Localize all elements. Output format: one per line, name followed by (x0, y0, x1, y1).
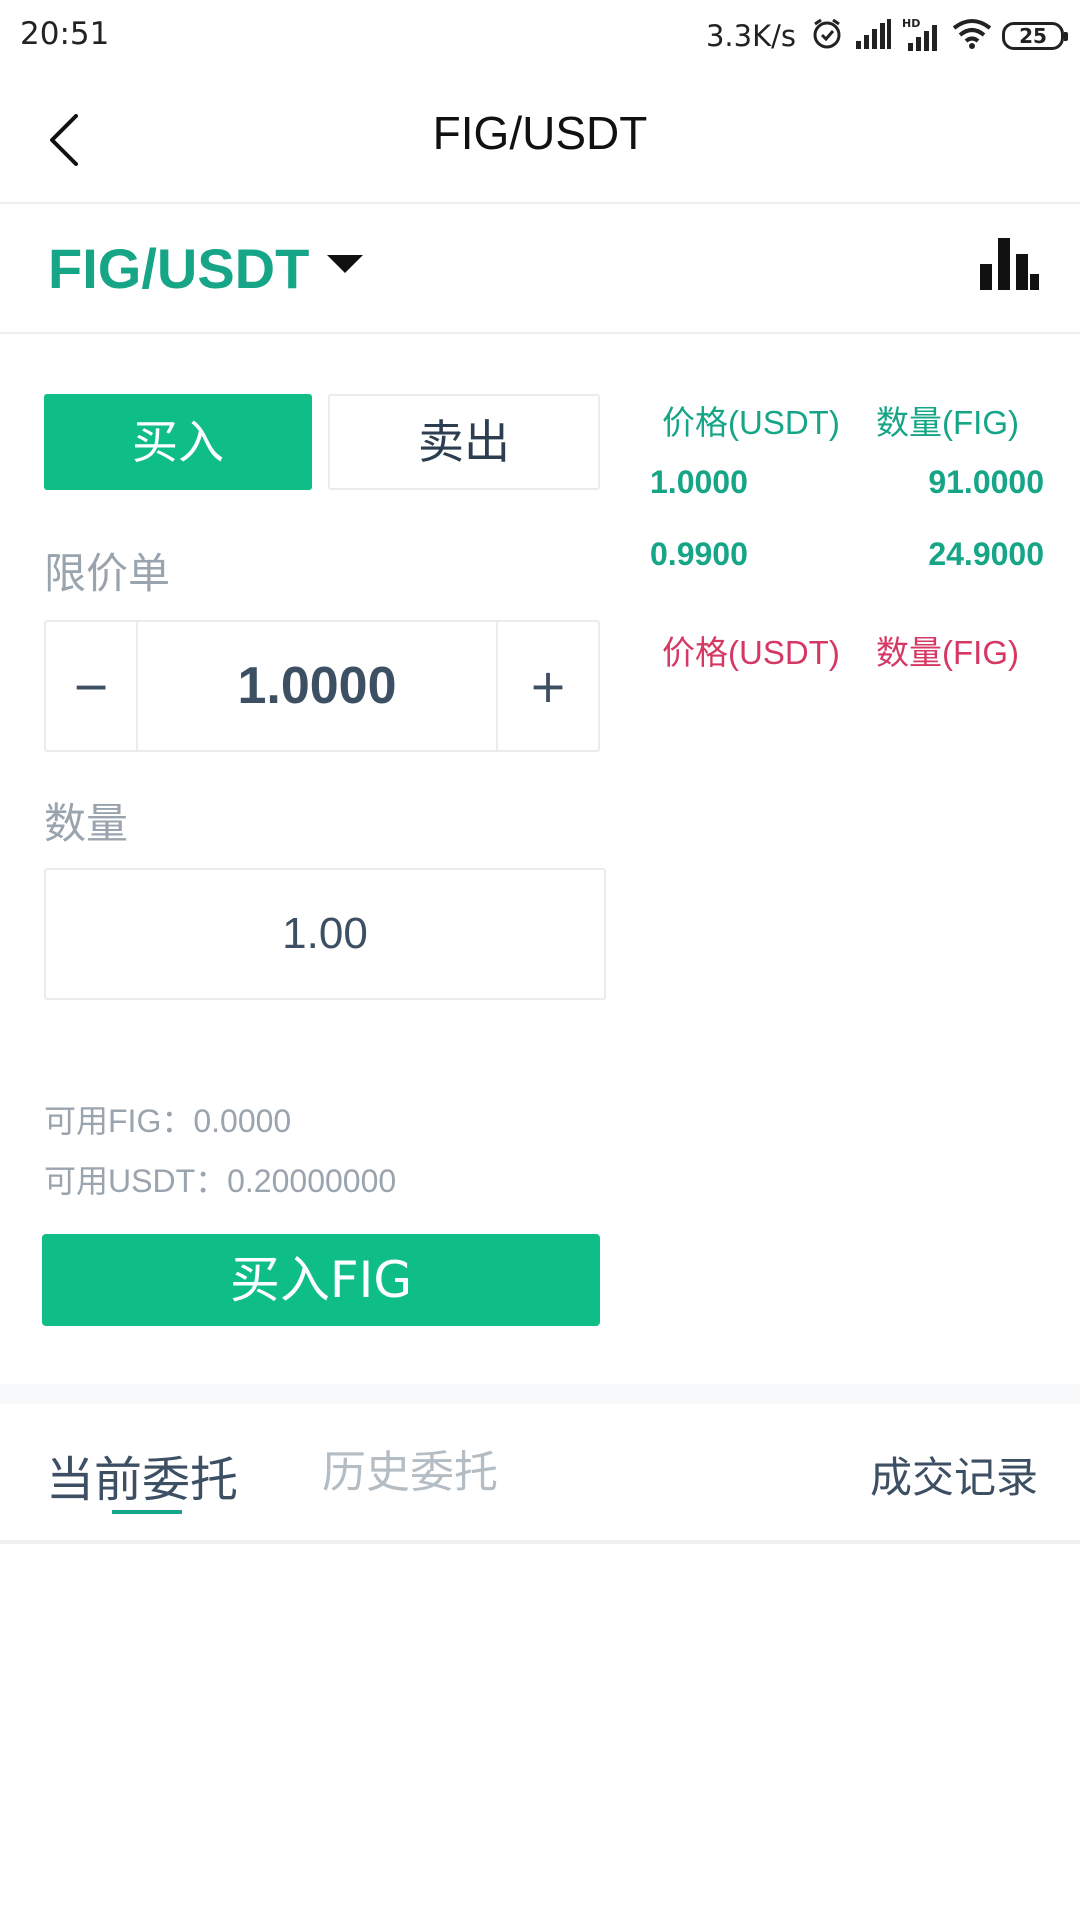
pair-selector[interactable]: FIG/USDT (48, 228, 364, 308)
orderbook-sell-header: 价格(USDT) 数量(FIG) (640, 626, 1050, 682)
net-speed: 3.3K/s (705, 19, 796, 53)
row-price: 0.9900 (650, 536, 748, 572)
available-fig: 可用FIG：0.0000 (44, 1103, 292, 1139)
orderbook-row[interactable]: 1.0000 91.0000 (640, 452, 1050, 524)
caret-down-icon (327, 255, 364, 273)
signal-icon (854, 19, 892, 53)
orderbook-buy-header: 价格(USDT) 数量(FIG) (640, 396, 1050, 452)
available-usdt: 可用USDT：0.20000000 (44, 1163, 397, 1199)
section-divider (0, 1384, 1080, 1404)
status-bar: 20:51 3.3K/s HD 25 (0, 0, 1080, 72)
hd-signal-icon: HD (902, 17, 942, 55)
orders-tabs: 当前委托 历史委托 成交记录 (0, 1404, 1080, 1544)
price-increase-button[interactable]: + (498, 622, 598, 750)
row-qty: 91.0000 (928, 464, 1044, 500)
tab-current-orders[interactable]: 当前委托 (46, 1440, 238, 1510)
price-input[interactable]: 1.0000 (136, 622, 498, 750)
status-icons: 3.3K/s HD 25 (705, 14, 1068, 58)
price-stepper: − 1.0000 + (44, 620, 600, 752)
quantity-input[interactable]: 1.00 (44, 868, 606, 1000)
pair-bar: FIG/USDT (0, 206, 1080, 334)
order-type-label[interactable]: 限价单 (44, 540, 170, 601)
chart-button[interactable] (978, 234, 1040, 296)
buy-fig-button[interactable]: 买入FIG (42, 1234, 600, 1326)
tab-buy[interactable]: 买入 (44, 394, 312, 490)
header-qty: 数量(FIG) (876, 404, 1019, 441)
row-price: 1.0000 (650, 464, 748, 500)
row-qty: 24.9000 (928, 536, 1044, 572)
trade-records-link[interactable]: 成交记录 (870, 1444, 1038, 1505)
quantity-label: 数量 (44, 799, 129, 848)
orderbook-sell-section: 价格(USDT) 数量(FIG) (640, 626, 1050, 682)
app-header: FIG/USDT (0, 72, 1080, 204)
header-qty: 数量(FIG) (876, 634, 1019, 671)
alarm-icon (810, 17, 844, 55)
bar-chart-icon (978, 238, 1040, 300)
header-price: 价格(USDT) (662, 404, 840, 441)
tab-history-orders[interactable]: 历史委托 (322, 1436, 498, 1500)
orderbook: 价格(USDT) 数量(FIG) 1.0000 91.0000 0.9900 2… (640, 396, 1050, 596)
status-time: 20:51 (20, 16, 110, 52)
price-decrease-button[interactable]: − (46, 622, 136, 750)
page-title: FIG/USDT (432, 107, 648, 159)
orderbook-row[interactable]: 0.9900 24.9000 (640, 524, 1050, 596)
active-tab-indicator (112, 1510, 182, 1514)
trade-tabs: 买入 卖出 (44, 394, 600, 490)
tab-sell[interactable]: 卖出 (328, 394, 600, 490)
pair-name: FIG/USDT (48, 236, 310, 300)
wifi-icon (952, 18, 992, 54)
svg-text:HD: HD (902, 17, 920, 30)
header-price: 价格(USDT) (662, 634, 840, 671)
battery-icon: 25 (1002, 22, 1068, 50)
